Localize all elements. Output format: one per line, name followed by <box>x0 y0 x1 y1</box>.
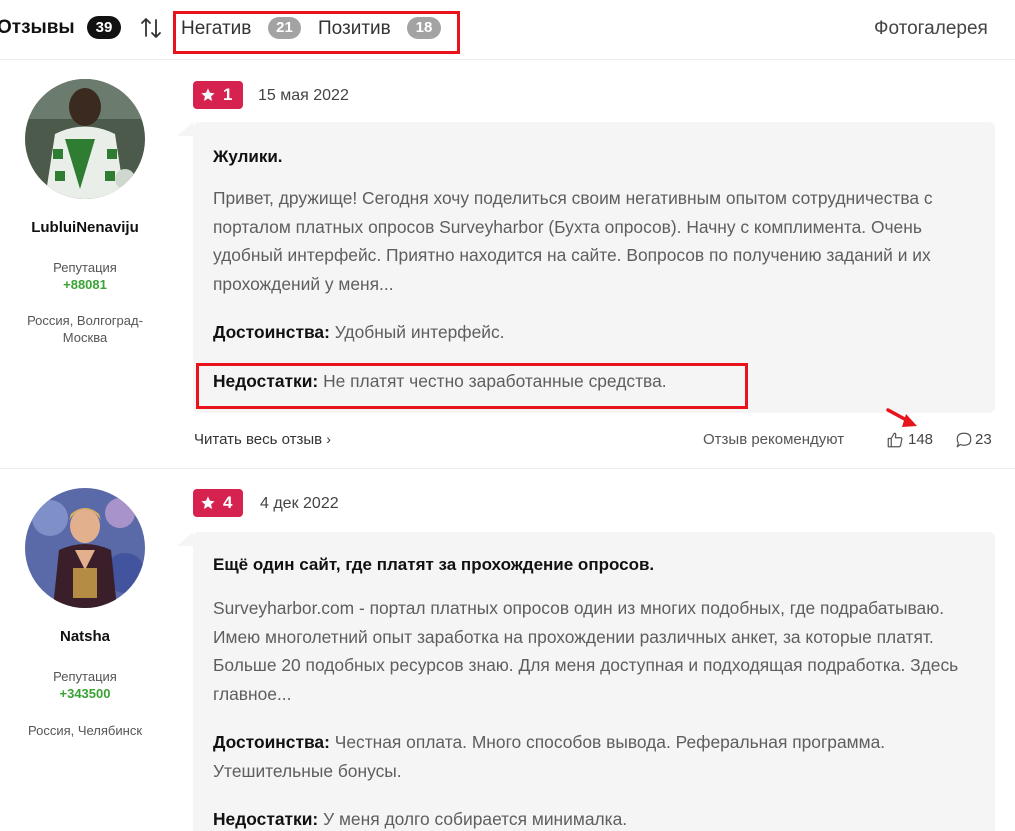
star-icon <box>201 496 215 509</box>
author-name[interactable]: Natsha <box>0 628 170 645</box>
review-title[interactable]: Ещё один сайт, где платят за прохождение… <box>213 555 654 575</box>
star-icon <box>201 88 215 101</box>
review-text: Surveyharbor.com - портал платных опросо… <box>213 598 959 704</box>
review-title[interactable]: Жулики. <box>213 147 283 167</box>
comment-icon <box>956 432 972 448</box>
sort-icon[interactable] <box>139 16 163 40</box>
review-card: Ещё один сайт, где платят за прохождение… <box>193 532 995 831</box>
reviews-total-badge: 39 <box>87 16 121 39</box>
reputation-value: +88081 <box>63 277 107 292</box>
reputation-value: +343500 <box>59 686 111 701</box>
review-cons: Недостатки: У меня долго собирается мини… <box>213 805 983 831</box>
review-pros: Достоинства: Удобный интерфейс. <box>213 318 983 347</box>
pros-label: Достоинства: <box>213 322 330 342</box>
comments-count: 23 <box>975 431 992 448</box>
reviews-title[interactable]: Отзывы <box>0 17 75 39</box>
likes-count: 148 <box>908 431 934 448</box>
reputation-label: Репутация <box>53 260 117 275</box>
filter-highlight-box <box>173 11 460 54</box>
read-full-review-link[interactable]: Читать весь отзыв › <box>194 431 331 448</box>
review-item: LubluiNenaviju Репутация +88081 Россия, … <box>0 59 1015 468</box>
rating-value: 1 <box>223 85 233 104</box>
rating-badge: 4 <box>193 489 243 517</box>
review-item: Natsha Репутация +343500 Россия, Челябин… <box>0 468 1015 831</box>
thumbs-up-icon <box>887 432 903 448</box>
photo-gallery-link[interactable]: Фотогалерея <box>874 18 988 40</box>
pros-label: Достоинства: <box>213 732 330 752</box>
review-pros: Достоинства: Честная оплата. Много спосо… <box>213 728 983 785</box>
recommend-label: Отзыв рекомендуют <box>703 431 845 448</box>
avatar[interactable] <box>25 79 145 199</box>
review-text: Привет, дружище! Сегодня хочу поделиться… <box>213 188 933 294</box>
annotation-arrow-icon <box>886 408 917 427</box>
rating-badge: 1 <box>193 81 243 109</box>
rating-value: 4 <box>223 493 233 512</box>
cons-label: Недостатки: <box>213 809 319 829</box>
chevron-right-icon: › <box>326 431 331 447</box>
reviews-header: Отзывы 39 Негатив 21 Позитив 18 Фотогале… <box>0 0 1015 58</box>
reputation-label: Репутация <box>53 669 117 684</box>
likes-button[interactable]: 148 <box>886 431 933 448</box>
author-location: Россия, Волгоград-Москва <box>27 313 143 345</box>
cons-text: У меня долго собирается минималка. <box>323 809 628 829</box>
card-notch <box>177 532 193 546</box>
cons-highlight-box <box>196 363 748 409</box>
author-location: Россия, Челябинск <box>27 723 143 738</box>
read-more-label: Читать весь отзыв <box>194 431 323 448</box>
avatar[interactable] <box>25 488 145 608</box>
review-date: 4 дек 2022 <box>260 495 339 512</box>
comments-button[interactable]: 23 <box>955 431 992 448</box>
card-notch <box>177 122 193 136</box>
author-name[interactable]: LubluiNenaviju <box>0 219 170 236</box>
pros-text: Удобный интерфейс. <box>334 322 505 342</box>
review-date: 15 мая 2022 <box>258 87 349 104</box>
